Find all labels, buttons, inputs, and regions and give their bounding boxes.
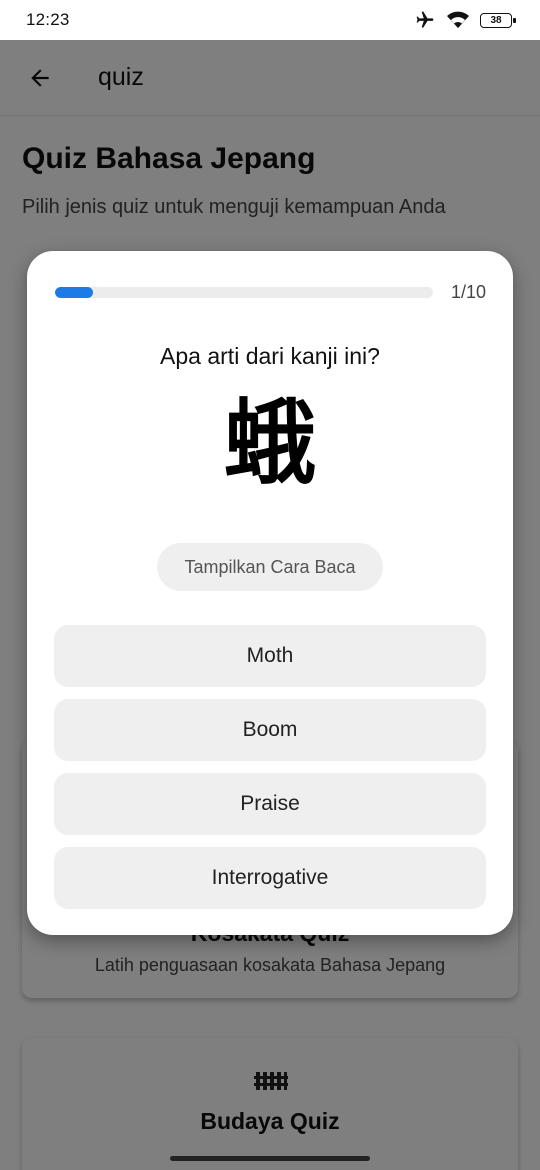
status-bar: 12:23 38 xyxy=(0,0,540,40)
answer-option-4[interactable]: Interrogative xyxy=(54,847,486,909)
airplane-icon xyxy=(416,11,434,28)
quiz-progress-fill xyxy=(55,287,93,298)
quiz-question: Apa arti dari kanji ini? xyxy=(160,343,380,369)
status-time: 12:23 xyxy=(26,10,70,29)
answer-options: Moth Boom Praise Interrogative xyxy=(54,625,486,921)
answer-option-2[interactable]: Boom xyxy=(54,699,486,761)
quiz-progress-count: 1/10 xyxy=(450,282,486,302)
battery-icon: 38 xyxy=(480,12,516,28)
battery-level: 38 xyxy=(490,14,502,26)
home-indicator[interactable] xyxy=(170,1156,370,1161)
kanji-character: 蛾 xyxy=(223,390,316,497)
quiz-dialog: 1/10 Apa arti dari kanji ini? 蛾 Tampilka… xyxy=(27,251,513,935)
answer-option-3[interactable]: Praise xyxy=(54,773,486,835)
show-reading-button[interactable]: Tampilkan Cara Baca xyxy=(157,543,383,591)
quiz-progress-bar xyxy=(55,287,433,298)
answer-option-1[interactable]: Moth xyxy=(54,625,486,687)
wifi-icon xyxy=(447,11,469,28)
status-icons: 38 xyxy=(414,10,516,30)
